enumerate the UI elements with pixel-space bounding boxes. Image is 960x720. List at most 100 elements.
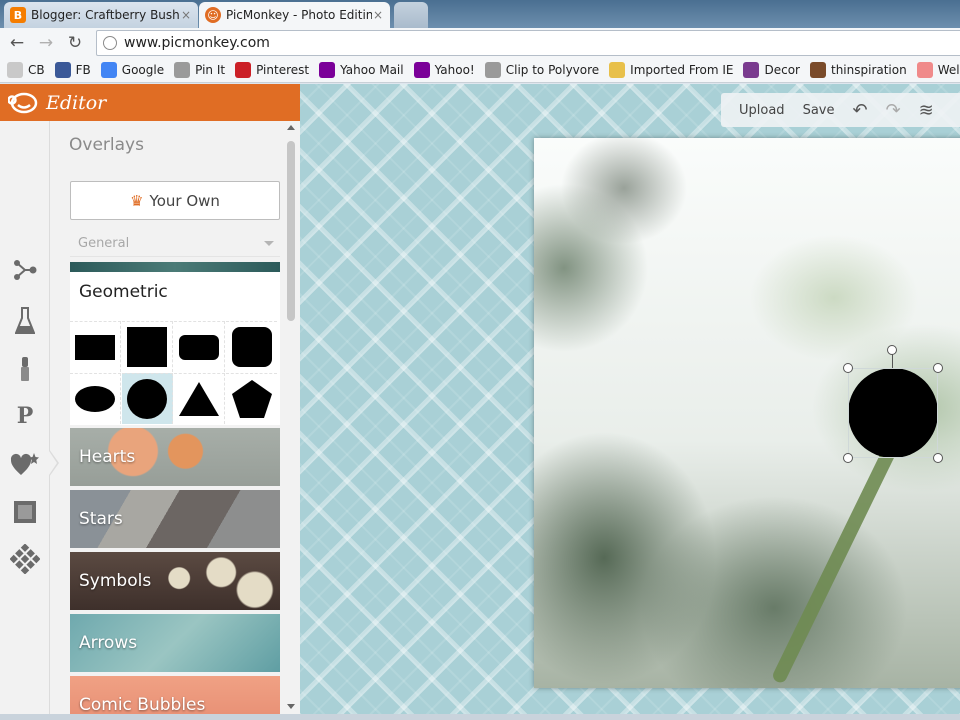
- bookmark-label: Imported From IE: [630, 63, 734, 77]
- heart-icon: [743, 62, 760, 78]
- shape-rounded-rectangle[interactable]: [174, 321, 225, 372]
- bookmark-item[interactable]: CB: [7, 62, 45, 78]
- category-arrows[interactable]: Arrows: [70, 614, 280, 672]
- frames-icon[interactable]: [10, 497, 40, 527]
- save-button[interactable]: Save: [803, 103, 835, 118]
- ellipse-shape-icon: [75, 386, 115, 412]
- tab-blogger[interactable]: B Blogger: Craftberry Bush - ×: [4, 2, 198, 28]
- effects-icon[interactable]: [10, 255, 40, 285]
- url-text: www.picmonkey.com: [124, 35, 270, 51]
- tool-rail: P: [0, 121, 50, 720]
- text-icon[interactable]: P: [10, 401, 40, 431]
- back-arrow-icon[interactable]: ←: [6, 32, 28, 54]
- bookmark-label: thinspiration: [830, 63, 907, 77]
- bookmark-label: Pinterest: [256, 63, 310, 77]
- shape-triangle[interactable]: [174, 373, 225, 424]
- bookmark-item[interactable]: Yahoo Mail: [319, 62, 404, 78]
- new-tab-button[interactable]: [394, 2, 428, 28]
- category-hearts[interactable]: Hearts: [70, 428, 280, 486]
- bookmark-item[interactable]: Google: [100, 62, 165, 78]
- geometric-title: Geometric: [79, 282, 168, 302]
- category-select[interactable]: General: [70, 231, 280, 257]
- shape-pentagon[interactable]: [226, 373, 277, 424]
- picmonkey-logo-icon: [7, 91, 40, 115]
- bookmark-label: Welcome to: [937, 63, 960, 77]
- globe-icon: [174, 62, 191, 78]
- crown-icon: ♛: [130, 191, 144, 210]
- square-shape-icon: [127, 327, 167, 367]
- undo-icon[interactable]: ↶: [852, 100, 867, 121]
- card-header-strip: [70, 262, 280, 272]
- editor-header: Editor: [0, 84, 300, 121]
- bookmark-label: Decor: [764, 63, 800, 77]
- upload-button[interactable]: Upload: [739, 103, 785, 118]
- window-bottom-edge: [0, 714, 960, 720]
- rotate-handle[interactable]: [887, 345, 897, 355]
- bookmark-item[interactable]: thinspiration: [809, 62, 907, 78]
- resize-handle-top-right[interactable]: [933, 363, 943, 373]
- reload-icon[interactable]: ↻: [64, 32, 86, 54]
- tab-close-icon[interactable]: ×: [372, 8, 384, 22]
- photo[interactable]: [534, 138, 960, 688]
- shape-rounded-square[interactable]: [226, 321, 277, 372]
- layers-icon[interactable]: ≋: [919, 100, 934, 121]
- scroll-down-icon[interactable]: [287, 704, 295, 709]
- bookmark-item[interactable]: Pinterest: [235, 62, 309, 78]
- paintbrush-icon[interactable]: [10, 354, 40, 384]
- globe-icon: [484, 62, 501, 78]
- bookmark-item[interactable]: Yahoo!: [413, 62, 475, 78]
- selection-box: [848, 368, 938, 458]
- bookmark-label: Pin It: [195, 63, 226, 77]
- bookmark-item[interactable]: Decor: [743, 62, 800, 78]
- touch-up-icon[interactable]: [10, 306, 40, 336]
- rounded-rectangle-shape-icon: [179, 334, 219, 360]
- tab-close-icon[interactable]: ×: [180, 8, 192, 22]
- bookmark-item[interactable]: Welcome to: [916, 62, 960, 78]
- bookmark-label: FB: [75, 63, 91, 77]
- category-label: Arrows: [79, 633, 138, 653]
- cb-icon: [7, 62, 23, 78]
- bookmark-item[interactable]: Clip to Polyvore: [484, 62, 600, 78]
- yahoo-icon: [413, 62, 430, 78]
- bookmark-item[interactable]: Imported From IE: [609, 62, 733, 78]
- browser-toolbar: ← → ↻ www.picmonkey.com: [0, 28, 960, 58]
- bookmark-item[interactable]: FB: [54, 62, 91, 78]
- redo-icon[interactable]: ↷: [886, 100, 901, 121]
- facebook-icon: [54, 62, 71, 78]
- category-stars[interactable]: Stars: [70, 490, 280, 548]
- textures-icon[interactable]: [10, 544, 40, 574]
- editor-canvas: Upload Save ↶ ↷ ≋: [300, 84, 960, 720]
- bookmark-item[interactable]: Pin It: [174, 62, 225, 78]
- category-symbols[interactable]: Symbols: [70, 552, 280, 610]
- bookmark-label: Clip to Polyvore: [505, 63, 600, 77]
- bookmark-label: CB: [28, 63, 45, 77]
- your-own-button[interactable]: ♛ Your Own: [70, 181, 280, 220]
- editor-panel: P Overlays ♛ Your Own General Geometric: [0, 121, 300, 720]
- browser-tab-strip: B Blogger: Craftberry Bush - × ☺ PicMonk…: [0, 0, 960, 28]
- category-select-value: General: [78, 236, 130, 251]
- resize-handle-top-left[interactable]: [843, 363, 853, 373]
- triangle-shape-icon: [179, 382, 219, 416]
- scrollbar-thumb[interactable]: [287, 141, 295, 321]
- shape-rectangle[interactable]: [70, 321, 121, 372]
- globe-icon: [103, 36, 117, 50]
- shape-ellipse[interactable]: [70, 373, 121, 424]
- bookmark-label: Yahoo Mail: [340, 63, 404, 77]
- category-label: Stars: [79, 509, 123, 529]
- canvas-toolbar: Upload Save ↶ ↷ ≋: [721, 93, 960, 127]
- geometric-card: Geometric: [70, 262, 280, 425]
- blogger-icon: B: [10, 7, 26, 23]
- tab-title: PicMonkey - Photo Editing: [226, 8, 372, 22]
- shape-square[interactable]: [122, 321, 173, 372]
- forward-arrow-icon[interactable]: →: [35, 32, 57, 54]
- address-bar[interactable]: www.picmonkey.com: [96, 30, 960, 56]
- resize-handle-bottom-left[interactable]: [843, 453, 853, 463]
- panel-scrollbar[interactable]: [283, 121, 300, 720]
- bookmark-label: Google: [121, 63, 165, 77]
- resize-handle-bottom-right[interactable]: [933, 453, 943, 463]
- tab-picmonkey[interactable]: ☺ PicMonkey - Photo Editing ×: [199, 2, 390, 28]
- shape-circle[interactable]: [122, 373, 173, 424]
- picmonkey-icon: ☺: [205, 7, 221, 23]
- overlays-icon[interactable]: [10, 449, 40, 479]
- scroll-up-icon[interactable]: [287, 125, 295, 130]
